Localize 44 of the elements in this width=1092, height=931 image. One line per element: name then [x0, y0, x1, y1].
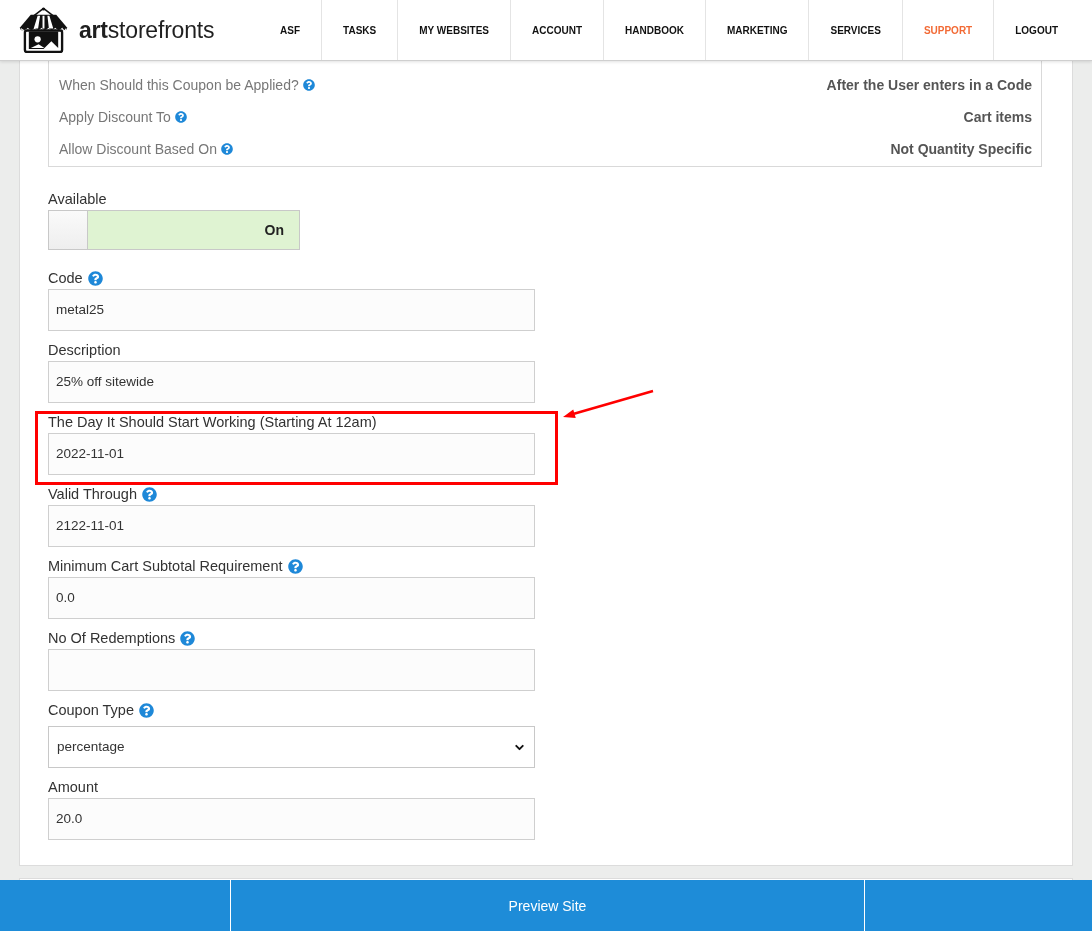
nav-link[interactable]: TASKS [321, 0, 398, 60]
field-label: Coupon Type [48, 700, 134, 720]
summary-label: Allow Discount Based On [59, 139, 217, 159]
summary-label: When Should this Coupon be Applied? [59, 75, 299, 95]
field-label: Description [48, 340, 121, 360]
input-field[interactable]: 2122-11-01 [48, 505, 535, 547]
field-label: Amount [48, 777, 98, 797]
field-label: Valid Through [48, 484, 137, 504]
select-field[interactable]: percentage [48, 726, 535, 768]
help-icon[interactable] [180, 631, 196, 646]
help-icon[interactable] [87, 271, 103, 286]
nav-link[interactable]: MY WEBSITES [397, 0, 511, 60]
input-field[interactable]: 2022-11-01 [48, 433, 535, 475]
help-icon[interactable] [287, 559, 303, 574]
nav-link[interactable]: HANDBOOK [603, 0, 705, 60]
help-icon[interactable] [141, 487, 157, 502]
summary-label: Apply Discount To [59, 107, 171, 127]
field-label: No Of Redemptions [48, 628, 176, 648]
nav-link[interactable]: MARKETING [704, 0, 809, 60]
input-field[interactable]: 25% off sitewide [48, 361, 535, 403]
input-field[interactable]: 0.0 [48, 577, 535, 619]
storefront-logo-icon[interactable] [19, 7, 68, 53]
field-label: The Day It Should Start Working (Starting At 12am) [48, 412, 377, 432]
summary-value: Cart items [963, 107, 1032, 127]
field-label: Available [48, 190, 107, 209]
nav-link[interactable]: ASF [259, 0, 322, 60]
summary-value: Not Quantity Specific [890, 139, 1032, 159]
help-icon[interactable] [139, 703, 154, 718]
input-field[interactable] [48, 649, 535, 691]
help-icon[interactable] [174, 111, 187, 123]
field-label: Code [48, 268, 83, 288]
nav-link[interactable]: SERVICES [808, 0, 902, 60]
toggle-handle[interactable] [49, 211, 88, 249]
availability-toggle[interactable]: On [48, 210, 300, 250]
input-field[interactable]: 20.0 [48, 798, 535, 840]
preview-site-button[interactable]: Preview Site [230, 880, 865, 931]
field-label: Minimum Cart Subtotal Requirement [48, 556, 283, 576]
nav-link[interactable]: ACCOUNT [510, 0, 604, 60]
help-icon[interactable] [220, 143, 233, 155]
input-field[interactable]: metal25 [48, 289, 535, 331]
help-icon[interactable] [302, 79, 315, 91]
summary-value: After the User enters in a Code [826, 75, 1032, 95]
nav-link[interactable]: LOGOUT [993, 0, 1079, 60]
logo-text[interactable]: artstorefronts [79, 18, 215, 42]
